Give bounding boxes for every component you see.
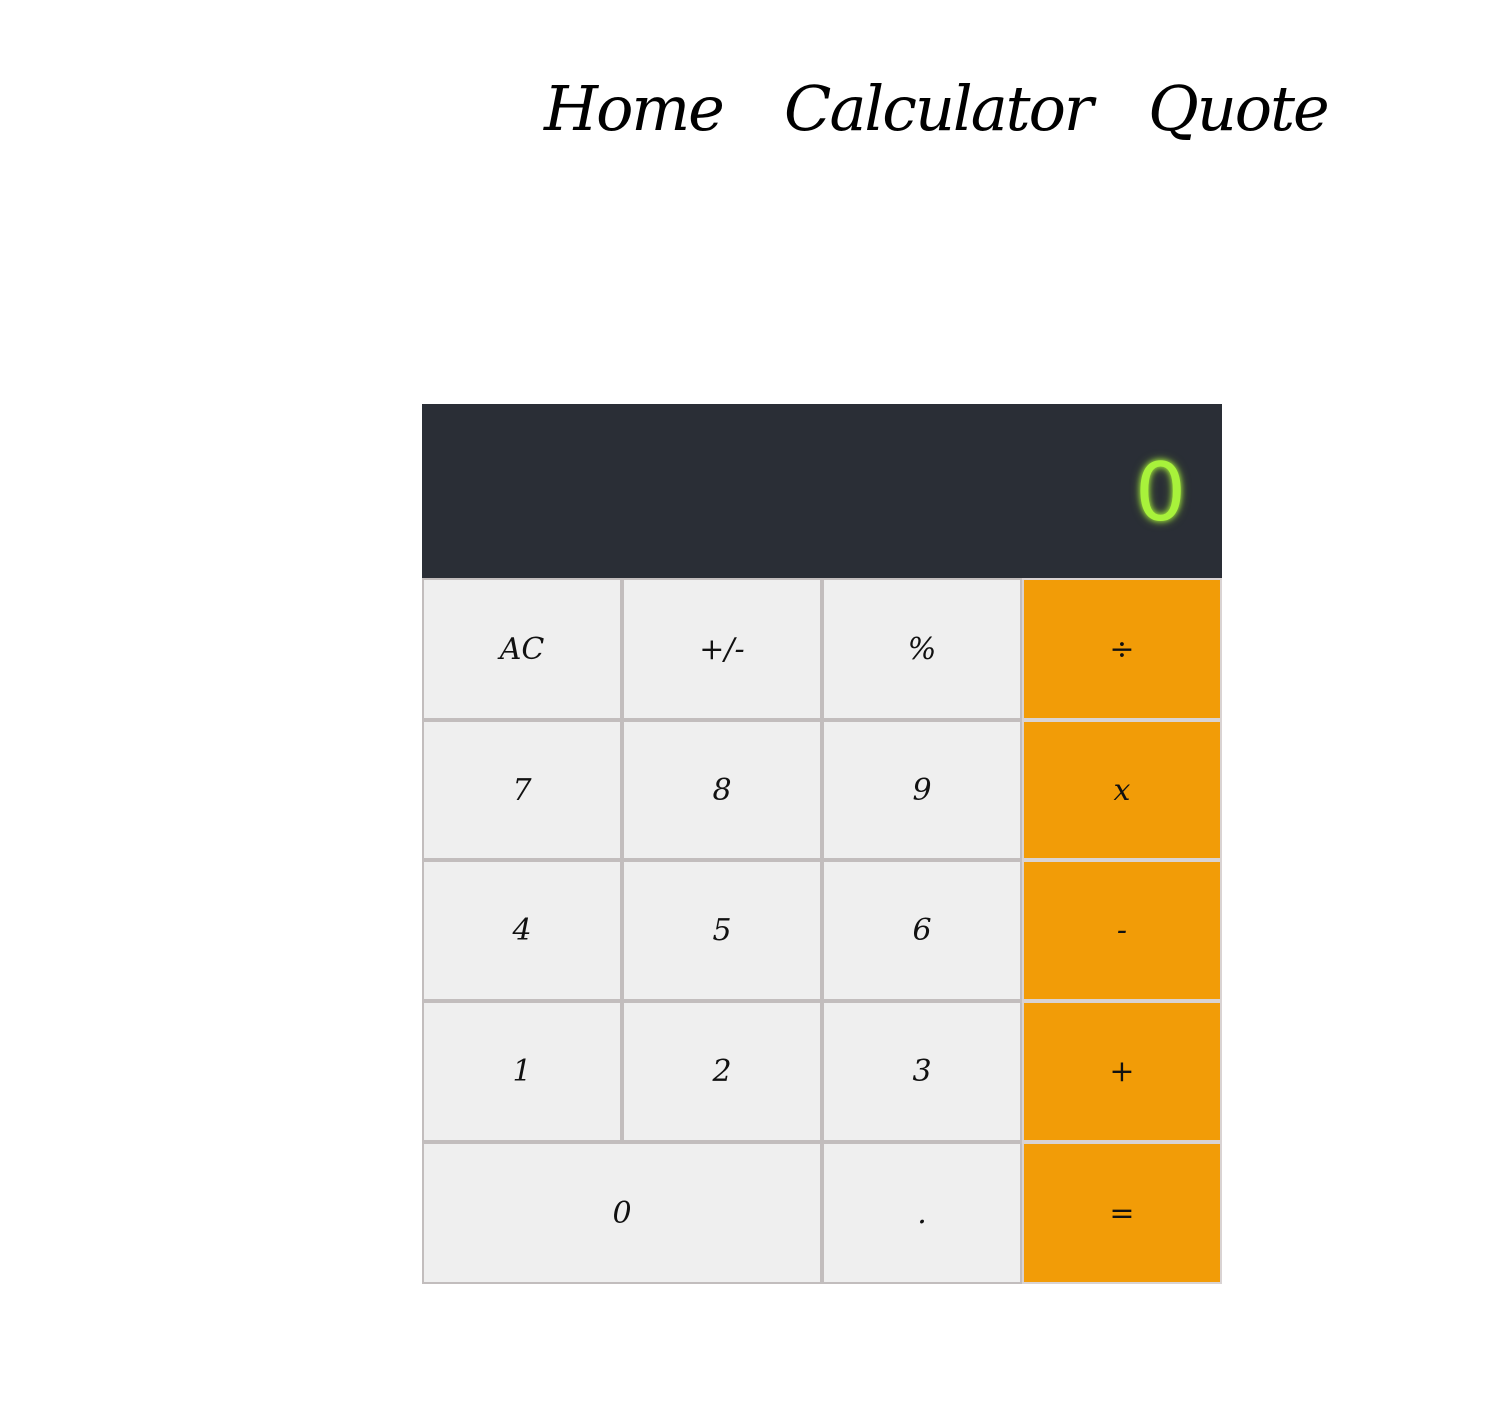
key-label: = <box>1109 1195 1135 1231</box>
key-label: 9 <box>912 772 932 808</box>
decimal-button[interactable]: . <box>822 1142 1022 1284</box>
multiply-button[interactable]: x <box>1022 720 1222 860</box>
calculator: 0 AC +/- % ÷ 7 8 9 x 4 5 6 - 1 2 3 + 0 .… <box>422 404 1222 1284</box>
equals-button[interactable]: = <box>1022 1142 1222 1284</box>
digit-2-button[interactable]: 2 <box>622 1001 822 1142</box>
nav-link-home[interactable]: Home <box>544 64 725 154</box>
add-button[interactable]: + <box>1022 1001 1222 1142</box>
digit-1-button[interactable]: 1 <box>422 1001 622 1142</box>
keypad: AC +/- % ÷ 7 8 9 x 4 5 6 - 1 2 3 + 0 . = <box>422 578 1222 1284</box>
digit-0-button[interactable]: 0 <box>422 1142 822 1284</box>
key-label: +/- <box>699 631 745 667</box>
key-label: 6 <box>912 913 932 948</box>
key-label: 0 <box>612 1195 632 1231</box>
display-value: 0 <box>1135 446 1186 539</box>
key-label: x <box>1113 772 1131 808</box>
key-label: 1 <box>512 1054 532 1089</box>
digit-3-button[interactable]: 3 <box>822 1001 1022 1142</box>
key-label: 7 <box>512 772 532 808</box>
nav-link-calculator[interactable]: Calculator <box>784 64 1094 154</box>
top-navigation: Home Calculator Quote <box>540 64 1340 154</box>
key-label: ÷ <box>1109 631 1135 667</box>
key-label: 2 <box>712 1054 732 1089</box>
subtract-button[interactable]: - <box>1022 860 1222 1001</box>
key-label: 5 <box>712 913 732 948</box>
all-clear-button[interactable]: AC <box>422 578 622 720</box>
calculator-display: 0 <box>422 404 1222 578</box>
percent-button[interactable]: % <box>822 578 1022 720</box>
digit-6-button[interactable]: 6 <box>822 860 1022 1001</box>
key-label: - <box>1116 913 1128 948</box>
digit-4-button[interactable]: 4 <box>422 860 622 1001</box>
key-label: 4 <box>512 913 532 948</box>
nav-link-quote[interactable]: Quote <box>1148 64 1330 154</box>
divide-button[interactable]: ÷ <box>1022 578 1222 720</box>
key-label: 3 <box>912 1054 932 1089</box>
key-label: % <box>907 631 937 667</box>
digit-9-button[interactable]: 9 <box>822 720 1022 860</box>
key-label: . <box>917 1195 927 1231</box>
digit-7-button[interactable]: 7 <box>422 720 622 860</box>
key-label: 8 <box>712 772 732 808</box>
key-label: AC <box>499 631 545 667</box>
digit-8-button[interactable]: 8 <box>622 720 822 860</box>
digit-5-button[interactable]: 5 <box>622 860 822 1001</box>
key-label: + <box>1109 1054 1135 1089</box>
toggle-sign-button[interactable]: +/- <box>622 578 822 720</box>
